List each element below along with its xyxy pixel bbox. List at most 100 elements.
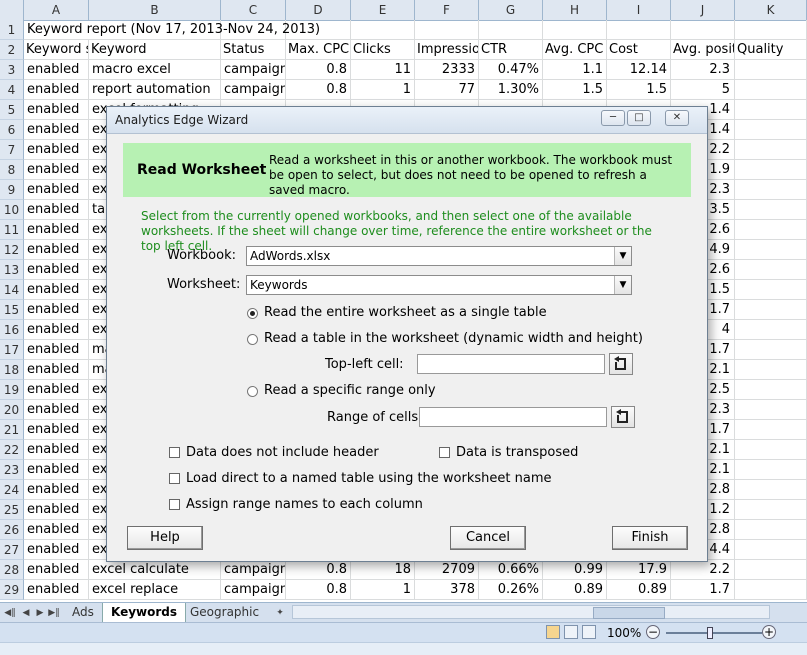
cell[interactable]: enabled bbox=[24, 500, 89, 520]
cell[interactable]: enabled bbox=[24, 540, 89, 560]
cell[interactable] bbox=[735, 100, 807, 120]
cell[interactable] bbox=[479, 20, 543, 40]
cell[interactable] bbox=[735, 480, 807, 500]
column-header-k[interactable]: K bbox=[735, 0, 807, 20]
row-header-27[interactable]: 27 bbox=[0, 540, 24, 560]
cell[interactable]: 1.7 bbox=[671, 580, 735, 600]
row-header-20[interactable]: 20 bbox=[0, 400, 24, 420]
select-all-corner[interactable] bbox=[0, 0, 24, 20]
next-sheet-icon[interactable]: ▶ bbox=[34, 606, 46, 620]
cell[interactable]: enabled bbox=[24, 420, 89, 440]
top-left-cell-input[interactable] bbox=[417, 354, 605, 374]
zoom-out-icon[interactable]: − bbox=[646, 625, 660, 639]
cell[interactable]: campaign bbox=[221, 80, 286, 100]
cell[interactable]: 0.66% bbox=[479, 560, 543, 580]
cell[interactable] bbox=[735, 300, 807, 320]
cell[interactable]: 0.8 bbox=[286, 60, 351, 80]
page-break-view-icon[interactable] bbox=[582, 625, 596, 639]
cell[interactable]: enabled bbox=[24, 100, 89, 120]
radio-entire-worksheet[interactable] bbox=[247, 308, 258, 319]
cell[interactable] bbox=[735, 220, 807, 240]
cell[interactable]: 17.9 bbox=[607, 560, 671, 580]
row-header-4[interactable]: 4 bbox=[0, 80, 24, 100]
cell[interactable]: enabled bbox=[24, 320, 89, 340]
cell[interactable] bbox=[735, 580, 807, 600]
row-header-14[interactable]: 14 bbox=[0, 280, 24, 300]
first-sheet-icon[interactable]: ◀‖ bbox=[4, 606, 16, 620]
cell[interactable] bbox=[735, 400, 807, 420]
cell[interactable]: 0.99 bbox=[543, 560, 607, 580]
tab-ads[interactable]: Ads bbox=[64, 603, 102, 622]
row-header-2[interactable]: 2 bbox=[0, 40, 24, 60]
dialog-titlebar[interactable]: Analytics Edge Wizard ─ □ ✕ bbox=[107, 107, 707, 134]
cell[interactable]: excel replace bbox=[89, 580, 221, 600]
cell[interactable]: Status bbox=[221, 40, 286, 60]
cell[interactable] bbox=[735, 260, 807, 280]
zoom-level[interactable]: 100% bbox=[607, 626, 641, 640]
horizontal-scrollbar[interactable] bbox=[292, 605, 770, 619]
cell[interactable] bbox=[735, 60, 807, 80]
row-header-28[interactable]: 28 bbox=[0, 560, 24, 580]
row-header-29[interactable]: 29 bbox=[0, 580, 24, 600]
zoom-slider-thumb[interactable] bbox=[707, 627, 713, 639]
chevron-down-icon[interactable]: ▼ bbox=[614, 276, 631, 294]
cell[interactable]: enabled bbox=[24, 120, 89, 140]
minimize-icon[interactable]: ─ bbox=[601, 110, 625, 126]
row-header-8[interactable]: 8 bbox=[0, 160, 24, 180]
cell[interactable] bbox=[735, 420, 807, 440]
column-header-b[interactable]: B bbox=[89, 0, 221, 20]
cell[interactable]: 0.47% bbox=[479, 60, 543, 80]
help-button[interactable]: Help bbox=[127, 526, 203, 550]
cell[interactable]: macro excel bbox=[89, 60, 221, 80]
cell[interactable] bbox=[735, 280, 807, 300]
insert-sheet-icon[interactable]: ✦ bbox=[272, 606, 288, 620]
finish-button[interactable]: Finish bbox=[612, 526, 688, 550]
row-header-25[interactable]: 25 bbox=[0, 500, 24, 520]
cell[interactable]: Clicks bbox=[351, 40, 415, 60]
cell[interactable] bbox=[735, 320, 807, 340]
cell[interactable]: excel calculate bbox=[89, 560, 221, 580]
checkbox-range-names[interactable] bbox=[169, 499, 180, 510]
cell[interactable]: 2.2 bbox=[671, 560, 735, 580]
cell[interactable] bbox=[543, 20, 607, 40]
cell[interactable]: campaign bbox=[221, 580, 286, 600]
cell[interactable] bbox=[735, 200, 807, 220]
row-header-9[interactable]: 9 bbox=[0, 180, 24, 200]
cell[interactable]: enabled bbox=[24, 360, 89, 380]
cell[interactable] bbox=[735, 500, 807, 520]
cell[interactable] bbox=[735, 520, 807, 540]
row-header-3[interactable]: 3 bbox=[0, 60, 24, 80]
cell[interactable]: Keyword report (Nov 17, 2013-Nov 24, 201… bbox=[24, 20, 320, 40]
cell[interactable]: enabled bbox=[24, 340, 89, 360]
checkbox-named-table[interactable] bbox=[169, 473, 180, 484]
cell[interactable] bbox=[735, 160, 807, 180]
row-header-1[interactable]: 1 bbox=[0, 20, 24, 40]
cell[interactable]: 0.89 bbox=[607, 580, 671, 600]
worksheet-select[interactable]: Keywords ▼ bbox=[246, 275, 632, 295]
cell[interactable]: Keyword s bbox=[24, 40, 89, 60]
cell[interactable] bbox=[735, 540, 807, 560]
cell[interactable]: 1.5 bbox=[607, 80, 671, 100]
cell[interactable]: 2709 bbox=[415, 560, 479, 580]
cell[interactable] bbox=[735, 380, 807, 400]
row-header-6[interactable]: 6 bbox=[0, 120, 24, 140]
horizontal-scroll-thumb[interactable] bbox=[593, 607, 665, 619]
zoom-in-icon[interactable]: + bbox=[762, 625, 776, 639]
row-header-13[interactable]: 13 bbox=[0, 260, 24, 280]
cell[interactable]: enabled bbox=[24, 280, 89, 300]
checkbox-no-header[interactable] bbox=[169, 447, 180, 458]
cell[interactable]: 0.8 bbox=[286, 80, 351, 100]
cell[interactable] bbox=[735, 120, 807, 140]
close-icon[interactable]: ✕ bbox=[665, 110, 689, 126]
cell[interactable]: enabled bbox=[24, 520, 89, 540]
radio-specific-range[interactable] bbox=[247, 386, 258, 397]
row-header-26[interactable]: 26 bbox=[0, 520, 24, 540]
column-header-h[interactable]: H bbox=[543, 0, 607, 20]
cell[interactable]: 1.1 bbox=[543, 60, 607, 80]
cell[interactable]: enabled bbox=[24, 260, 89, 280]
cell[interactable] bbox=[735, 460, 807, 480]
cell[interactable]: enabled bbox=[24, 80, 89, 100]
row-header-23[interactable]: 23 bbox=[0, 460, 24, 480]
cell-picker-button[interactable] bbox=[609, 353, 633, 375]
cell[interactable]: 12.14 bbox=[607, 60, 671, 80]
